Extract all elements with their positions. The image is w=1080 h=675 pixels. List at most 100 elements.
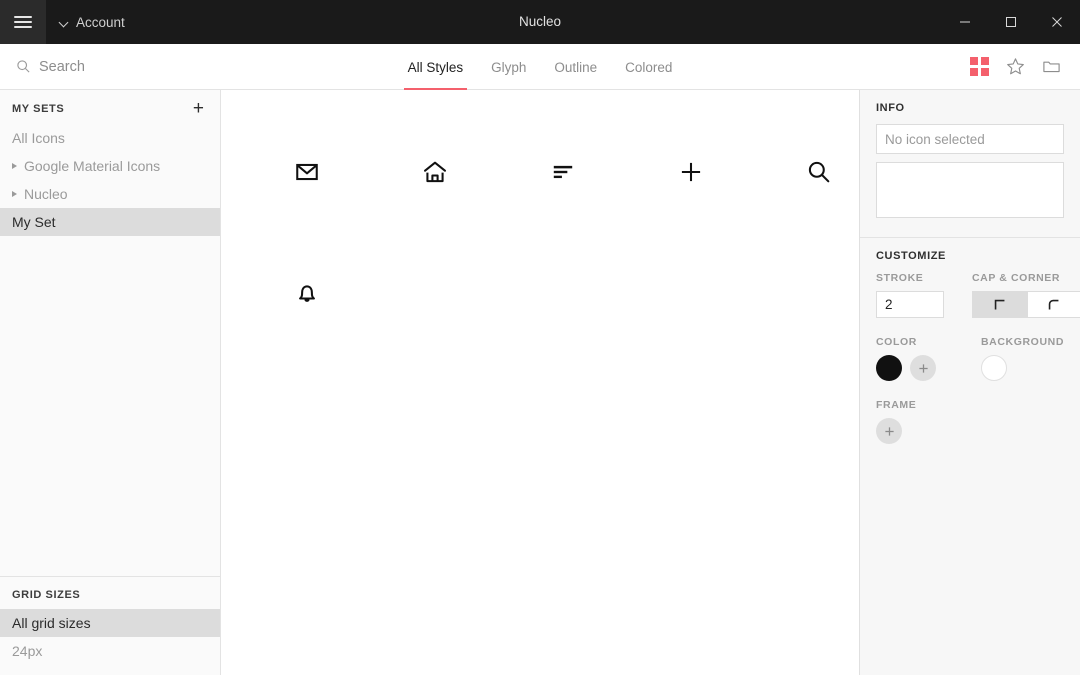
icon-tags-textarea[interactable] (876, 162, 1064, 218)
folder-icon (1042, 61, 1060, 73)
window-controls (942, 0, 1080, 44)
grid-view-icon (969, 57, 989, 76)
sidebar-item-nucleo[interactable]: Nucleo (0, 180, 220, 208)
info-panel-title: INFO (876, 102, 905, 114)
sidebar-item-label: All Icons (12, 130, 65, 146)
my-sets-header: MY SETS + (0, 90, 220, 124)
toolbar: All Styles Glyph Outline Colored (0, 44, 1080, 90)
icon-grid (243, 112, 859, 352)
grid-sizes-section: GRID SIZES All grid sizes 24px (0, 577, 220, 675)
color-swatch-black[interactable] (876, 355, 902, 381)
tab-outline[interactable]: Outline (540, 44, 611, 90)
tab-glyph[interactable]: Glyph (477, 44, 540, 90)
sidebar-item-24px[interactable]: 24px (0, 637, 220, 665)
add-frame-button[interactable] (876, 418, 902, 444)
tab-all-styles[interactable]: All Styles (394, 44, 478, 90)
main-body: MY SETS + All Icons Google Material Icon… (0, 90, 1080, 675)
icon-cell-mail[interactable] (243, 112, 371, 232)
cap-corner-label: CAP & CORNER (972, 272, 1061, 284)
search-box[interactable] (0, 44, 220, 89)
my-sets-label: MY SETS (12, 103, 65, 115)
minimize-button[interactable] (942, 0, 988, 44)
icon-cell-home[interactable] (371, 112, 499, 232)
maximize-icon (1006, 17, 1016, 27)
icon-cell-align-left[interactable] (499, 112, 627, 232)
sidebar: MY SETS + All Icons Google Material Icon… (0, 90, 221, 675)
add-set-button[interactable]: + (191, 99, 206, 118)
color-background-row: COLOR BACKGROUND (876, 336, 1064, 381)
stroke-cap-row: STROKE CAP & CORNER (876, 272, 1080, 318)
minimize-icon (960, 21, 970, 23)
star-icon (1006, 58, 1024, 75)
stroke-field: STROKE (876, 272, 944, 318)
mail-icon (296, 163, 318, 181)
rounded-corner-icon (1049, 299, 1059, 309)
customize-panel-title: CUSTOMIZE (876, 250, 946, 262)
account-label: Account (76, 14, 125, 30)
search-icon (808, 161, 830, 183)
grid-view-button[interactable] (968, 56, 990, 78)
sidebar-item-all-icons[interactable]: All Icons (0, 124, 220, 152)
sets-list: All Icons Google Material Icons Nucleo M… (0, 124, 220, 242)
color-label: COLOR (876, 336, 917, 348)
title-bar: Account Nucleo (0, 0, 1080, 44)
sidebar-item-label: 24px (12, 643, 43, 659)
align-left-icon (553, 165, 573, 179)
close-button[interactable] (1034, 0, 1080, 44)
background-field: BACKGROUND (981, 336, 1064, 381)
icon-cell-search[interactable] (755, 112, 859, 232)
tab-colored[interactable]: Colored (611, 44, 686, 90)
maximize-button[interactable] (988, 0, 1034, 44)
stroke-label: STROKE (876, 272, 924, 284)
icon-grid-area (221, 90, 859, 675)
hamburger-menu-button[interactable] (0, 0, 46, 44)
add-color-button[interactable] (910, 355, 936, 381)
rounded-corner-button[interactable] (1026, 292, 1080, 317)
search-input[interactable] (39, 58, 189, 75)
search-icon (17, 60, 30, 73)
cap-corner-toggle-group (972, 291, 1080, 318)
background-swatch-white[interactable] (981, 355, 1007, 381)
frame-field: FRAME (876, 399, 954, 444)
chevron-right-icon (12, 191, 17, 197)
sharp-corner-button[interactable] (973, 292, 1027, 317)
plus-icon (918, 363, 928, 373)
cap-corner-field: CAP & CORNER (972, 272, 1080, 318)
stroke-input[interactable] (876, 291, 944, 318)
hamburger-icon (14, 13, 32, 32)
sidebar-item-all-grid-sizes[interactable]: All grid sizes (0, 609, 220, 637)
icon-name-input[interactable] (876, 124, 1064, 154)
sidebar-item-label: Google Material Icons (24, 158, 161, 174)
color-swatches (876, 355, 953, 381)
folder-button[interactable] (1040, 56, 1062, 78)
info-panel: INFO (860, 90, 1080, 237)
sidebar-item-google-material-icons[interactable]: Google Material Icons (0, 152, 220, 180)
window-title: Nucleo (518, 14, 562, 29)
icon-cell-bell[interactable] (243, 232, 371, 352)
grid-sizes-label: GRID SIZES (12, 589, 81, 601)
home-icon (424, 161, 446, 183)
sidebar-item-my-set[interactable]: My Set (0, 208, 220, 236)
sidebar-item-label: My Set (12, 214, 56, 230)
sidebar-spacer (0, 242, 220, 577)
background-label: BACKGROUND (981, 336, 1064, 348)
favorites-button[interactable] (1004, 56, 1026, 78)
icon-cell-plus[interactable] (627, 112, 755, 232)
frame-row: FRAME (876, 399, 1064, 444)
plus-icon (681, 162, 701, 182)
chevron-right-icon (12, 163, 17, 169)
right-panel: INFO CUSTOMIZE STROKE CAP & CORNER (859, 90, 1080, 675)
plus-icon (884, 426, 894, 436)
sharp-corner-icon (994, 299, 1005, 309)
color-field: COLOR (876, 336, 953, 381)
toolbar-actions (968, 44, 1080, 89)
sidebar-item-label: Nucleo (24, 186, 68, 202)
app-window: Account Nucleo Search All Styles Glyph O… (0, 0, 1080, 675)
close-icon (1052, 17, 1062, 27)
customize-panel: CUSTOMIZE STROKE CAP & CORNER (860, 238, 1080, 458)
bell-icon (299, 285, 315, 302)
account-menu-button[interactable]: Account (46, 0, 139, 44)
sidebar-item-label: All grid sizes (12, 615, 91, 631)
chevron-down-icon (60, 18, 69, 27)
frame-swatches (876, 418, 954, 444)
